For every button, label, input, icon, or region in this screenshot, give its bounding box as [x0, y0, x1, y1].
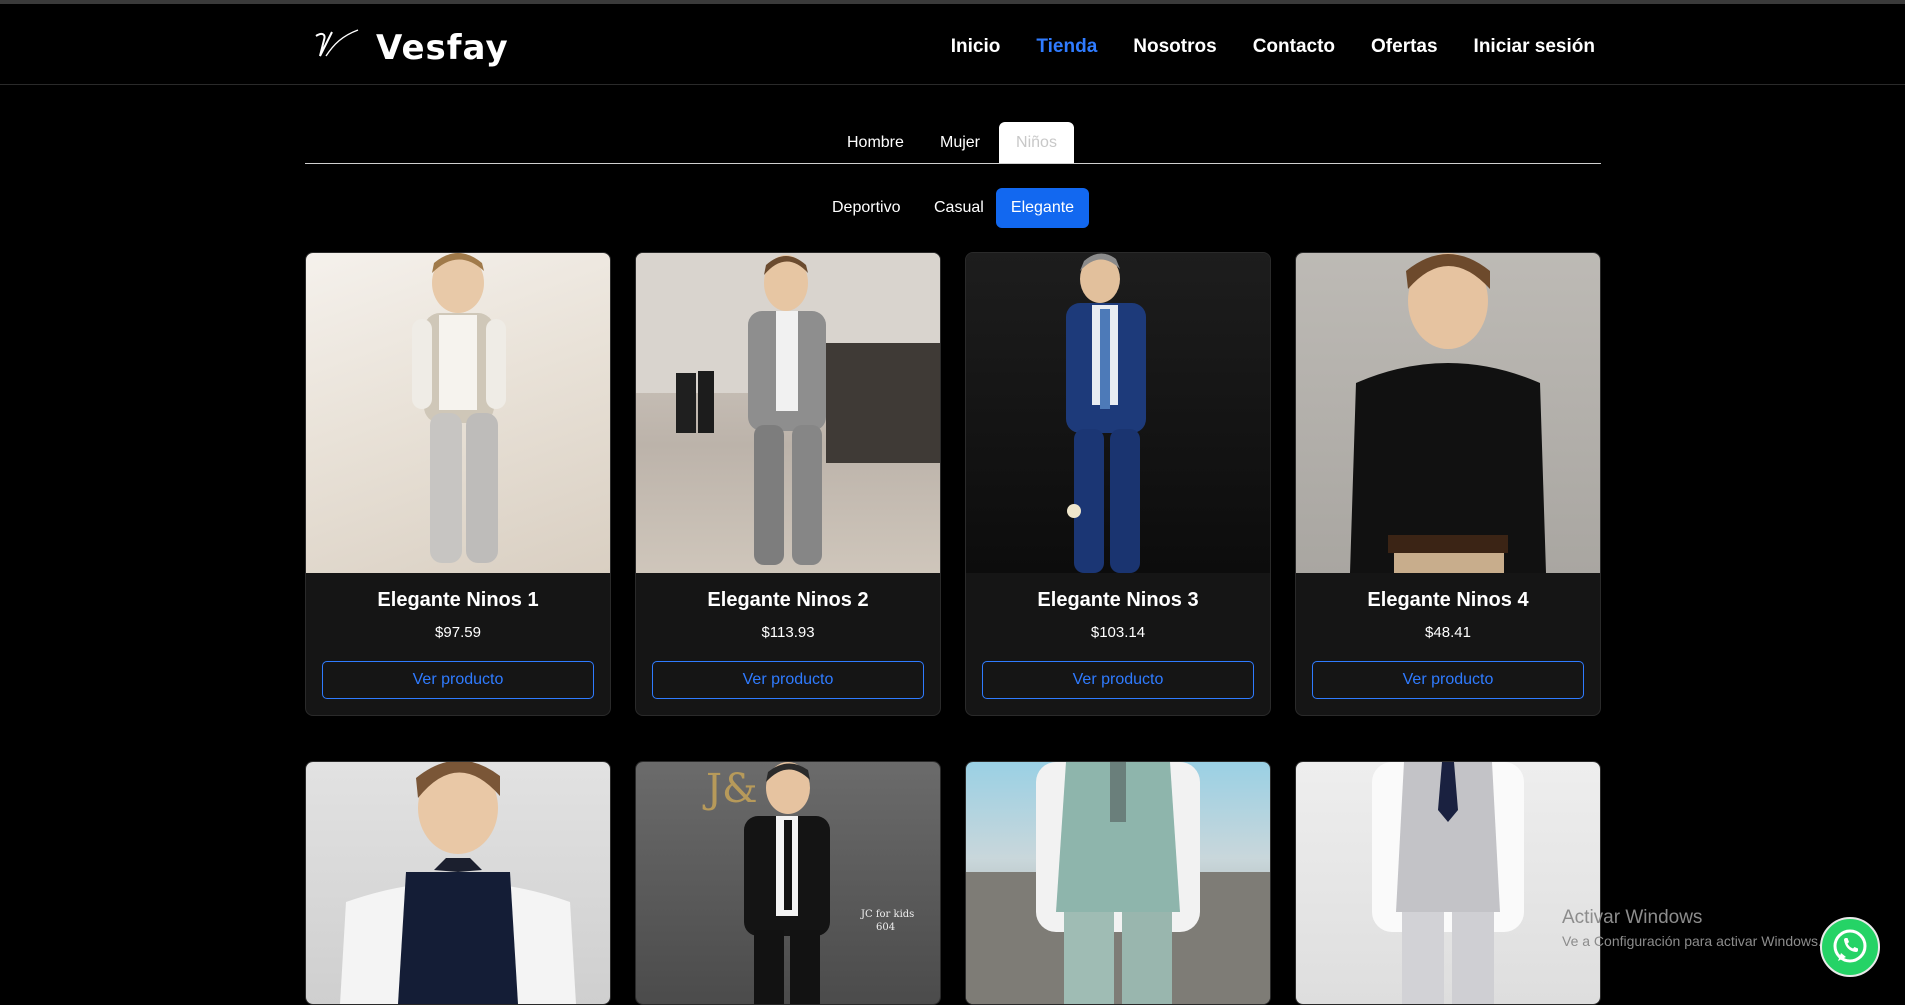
product-card: J& JC for kids 604 [635, 761, 941, 1005]
product-title: Elegante Ninos 3 [1037, 589, 1199, 611]
product-price: $113.93 [761, 624, 815, 641]
product-card: Elegante Ninos 2 $113.93 Ver producto [635, 252, 941, 716]
view-product-button[interactable]: Ver producto [322, 661, 594, 699]
filter-deportivo[interactable]: Deportivo [816, 188, 916, 228]
product-image[interactable] [1296, 762, 1600, 1004]
product-image[interactable] [966, 762, 1270, 1004]
nav-contacto[interactable]: Contacto [1253, 36, 1335, 58]
filter-casual[interactable]: Casual [918, 188, 1000, 228]
main-nav: Inicio Tienda Nosotros Contacto Ofertas … [915, 36, 1595, 58]
watermark-title: Activar Windows [1562, 907, 1703, 928]
nav-ofertas[interactable]: Ofertas [1371, 36, 1438, 58]
product-card [1295, 761, 1601, 1005]
filter-elegante[interactable]: Elegante [996, 188, 1089, 228]
navbar: Vesfay Inicio Tienda Nosotros Contacto O… [0, 4, 1905, 85]
product-card: Elegante Ninos 1 $97.59 Ver producto [305, 252, 611, 716]
svg-text:J&: J& [702, 766, 758, 812]
category-tabs: Hombre Mujer Niños [305, 122, 1601, 164]
tab-ninos[interactable]: Niños [999, 122, 1074, 163]
card-image-overlay-text: JC for kids [860, 909, 914, 920]
product-price: $97.59 [435, 624, 481, 641]
whatsapp-button[interactable] [1820, 917, 1880, 977]
watermark-subtitle: Ve a Configuración para activar Windows. [1562, 933, 1822, 949]
nav-nosotros[interactable]: Nosotros [1133, 36, 1216, 58]
product-title: Elegante Ninos 2 [707, 589, 869, 611]
view-product-button[interactable]: Ver producto [982, 661, 1254, 699]
view-product-button[interactable]: Ver producto [1312, 661, 1584, 699]
tab-hombre[interactable]: Hombre [829, 122, 922, 163]
windows-activation-watermark: Activar Windows Ve a Configuración para … [1562, 907, 1822, 949]
product-card: Elegante Ninos 4 $48.41 Ver producto [1295, 252, 1601, 716]
product-image[interactable] [966, 253, 1270, 573]
vesfay-logo[interactable] [312, 26, 362, 64]
nav-iniciar-sesion[interactable]: Iniciar sesión [1474, 36, 1595, 58]
product-card [965, 761, 1271, 1005]
brand-name[interactable]: Vesfay [376, 28, 509, 68]
view-product-button[interactable]: Ver producto [652, 661, 924, 699]
product-card [305, 761, 611, 1005]
whatsapp-icon [1833, 929, 1867, 963]
card-image-overlay-text: 604 [876, 922, 895, 933]
product-image[interactable]: J& JC for kids 604 [636, 762, 940, 1004]
product-price: $48.41 [1425, 624, 1471, 641]
nav-inicio[interactable]: Inicio [951, 36, 1001, 58]
product-image[interactable] [306, 762, 610, 1004]
product-image[interactable] [306, 253, 610, 573]
style-filter: Deportivo Casual Elegante [0, 188, 1905, 228]
product-title: Elegante Ninos 4 [1367, 589, 1529, 611]
product-price: $103.14 [1090, 624, 1146, 641]
product-image[interactable] [1296, 253, 1600, 573]
nav-tienda[interactable]: Tienda [1036, 36, 1097, 58]
product-image[interactable] [636, 253, 940, 573]
product-card: Elegante Ninos 3 $103.14 Ver producto [965, 252, 1271, 716]
product-title: Elegante Ninos 1 [377, 589, 539, 611]
tab-mujer[interactable]: Mujer [922, 122, 998, 163]
